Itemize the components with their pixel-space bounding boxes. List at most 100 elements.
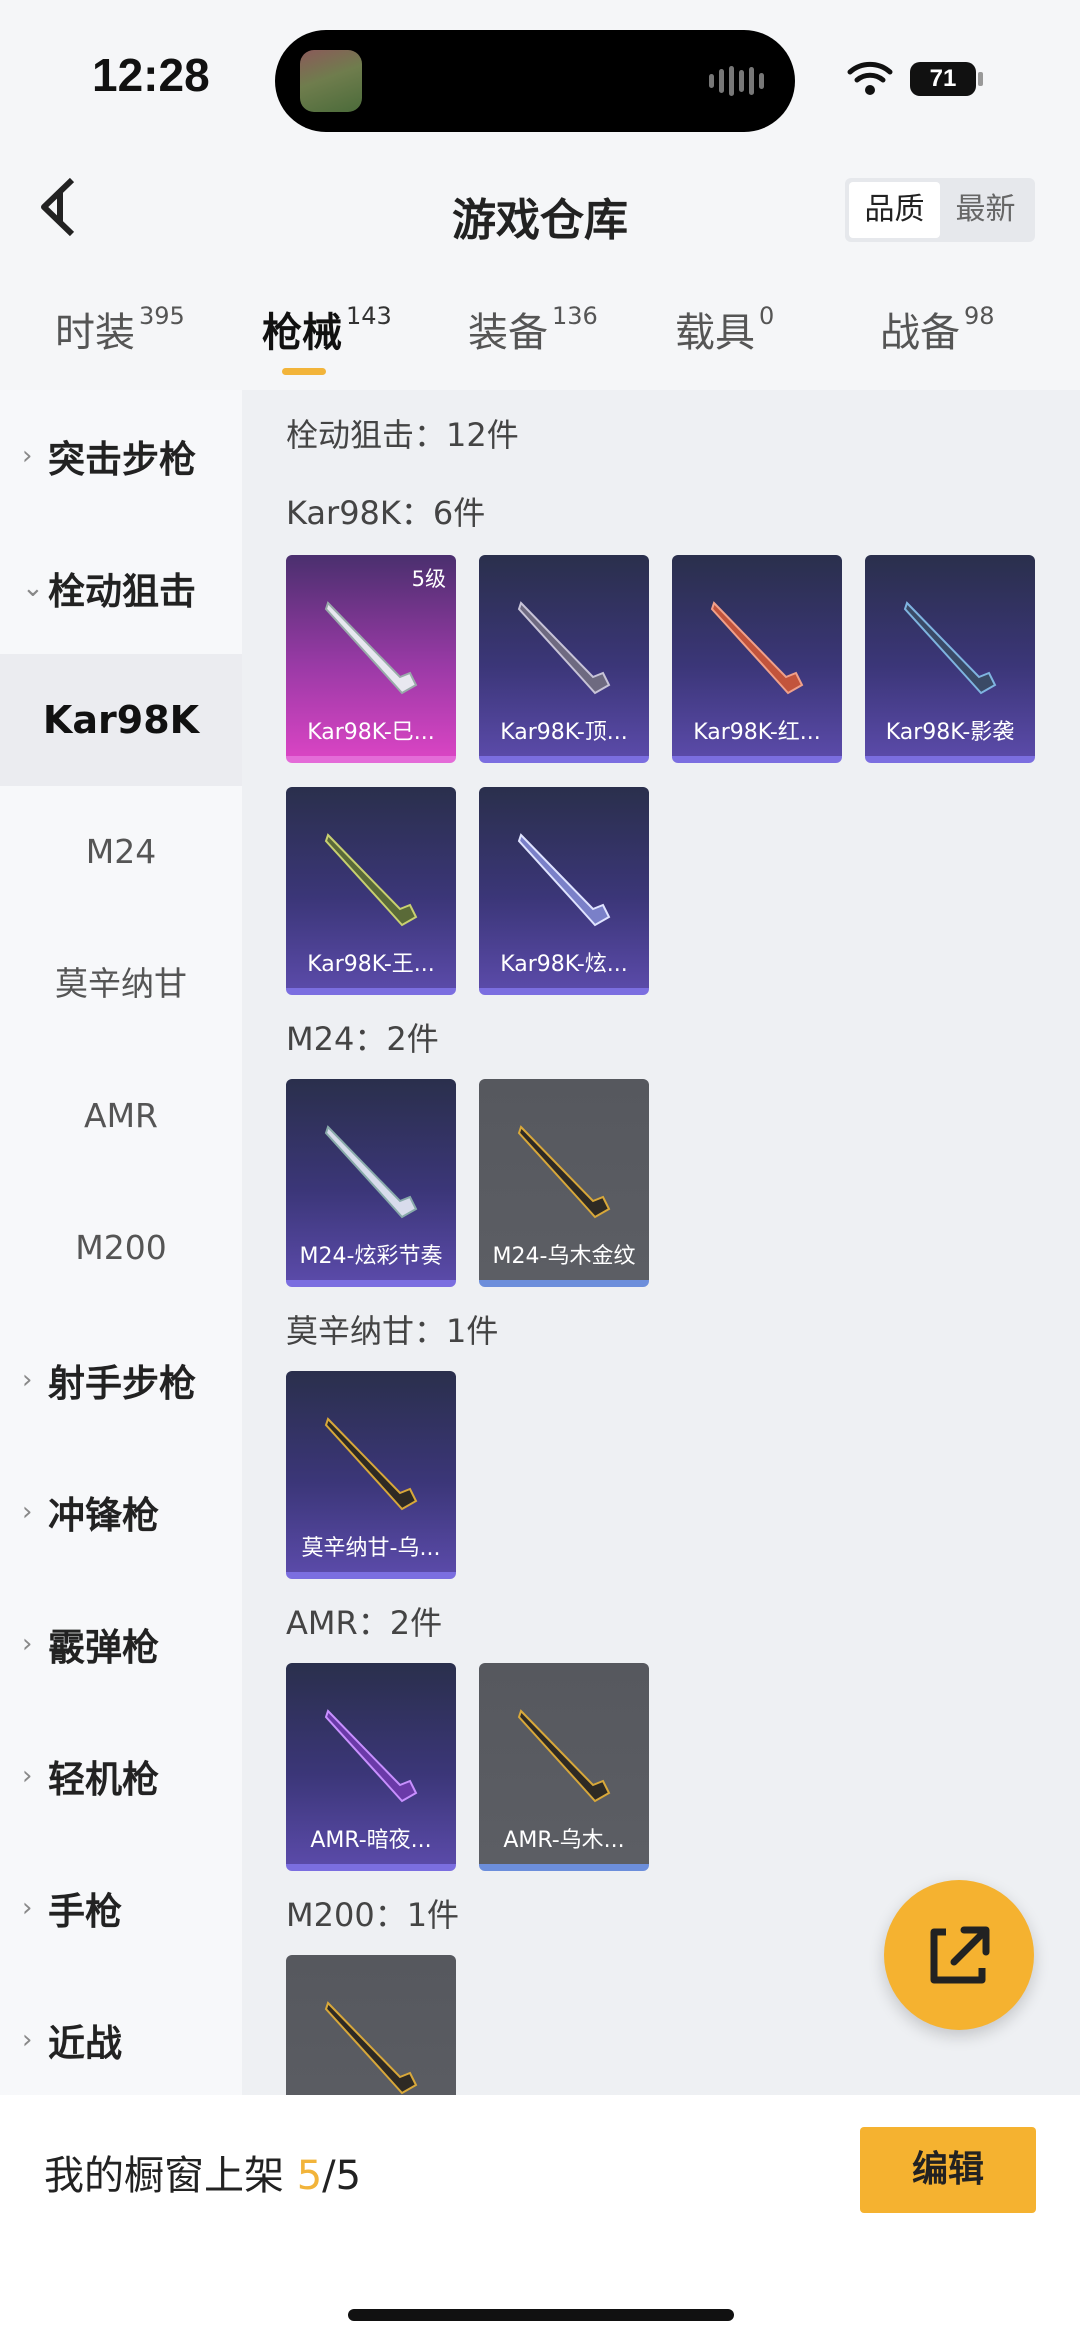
sidebar-item-melee[interactable]: › 近战: [0, 1974, 242, 2095]
sidebar-item-label: 突击步枪: [48, 438, 196, 481]
section-title: 栓动狙击：12件: [286, 416, 519, 454]
tab-weapons[interactable]: 枪械 143: [262, 300, 392, 358]
skin-card[interactable]: 莫辛纳甘-乌...: [286, 1371, 456, 1579]
skin-card[interactable]: Kar98K-红...: [672, 555, 842, 763]
sidebar-subitem-m24[interactable]: M24: [0, 786, 242, 918]
group-title-amr: AMR：2件: [286, 1604, 443, 1642]
battery-tip: [978, 72, 983, 86]
sidebar-subitem-m200[interactable]: M200: [0, 1182, 242, 1314]
active-tab-indicator: [282, 368, 326, 375]
sidebar-item-lmg[interactable]: › 轻机枪: [0, 1710, 242, 1842]
chevron-right-icon: ›: [22, 1365, 33, 1395]
rifle-icon: [324, 1417, 418, 1511]
tab-count: 0: [759, 302, 775, 330]
tab-vehicles[interactable]: 载具 0: [675, 300, 774, 358]
rifle-icon: [517, 1125, 611, 1219]
wifi-icon: [847, 61, 893, 95]
sidebar-item-label: 手枪: [48, 1890, 122, 1933]
sidebar-subitem-kar98k[interactable]: Kar98K: [0, 654, 242, 786]
tab-label: 时装: [55, 310, 135, 356]
rifle-icon: [324, 833, 418, 927]
sidebar-item-bolt-sniper[interactable]: ⌄ 栓动狙击: [0, 522, 242, 654]
skin-card[interactable]: 5级 Kar98K-巳...: [286, 555, 456, 763]
skin-card[interactable]: AMR-暗夜...: [286, 1663, 456, 1871]
tab-label: 装备: [468, 310, 548, 356]
chevron-right-icon: ›: [22, 1497, 33, 1527]
showcase-current-count: 5: [296, 2153, 323, 2199]
skin-card[interactable]: M24-乌木金纹: [479, 1079, 649, 1287]
chevron-right-icon: ›: [22, 1761, 33, 1791]
rifle-icon: [517, 833, 611, 927]
skin-name: Kar98K-顶...: [500, 720, 628, 745]
sidebar-item-label: 轻机枪: [48, 1758, 159, 1801]
rifle-icon: [324, 601, 418, 695]
group-title-mosin: 莫辛纳甘：1件: [286, 1312, 499, 1350]
showcase-status: 我的橱窗上架 5/5: [44, 2143, 361, 2201]
tab-fashion[interactable]: 时装 395: [55, 300, 185, 358]
sidebar-item-label: 栓动狙击: [48, 570, 196, 613]
edit-button[interactable]: 编辑: [860, 2127, 1036, 2213]
rifle-icon: [324, 1125, 418, 1219]
skin-name: M24-炫彩节奏: [299, 1244, 443, 1269]
sidebar-item-marksman-rifle[interactable]: › 射手步枪: [0, 1314, 242, 1446]
skin-name: Kar98K-红...: [693, 720, 821, 745]
now-playing-thumbnail: [300, 50, 362, 112]
sidebar-item-label: 射手步枪: [48, 1362, 196, 1405]
header: 游戏仓库 品质 最新: [0, 150, 1080, 270]
skin-name: M24-乌木金纹: [492, 1244, 636, 1269]
sidebar-item-pistol[interactable]: › 手枪: [0, 1842, 242, 1974]
tab-label: 载具: [675, 310, 755, 356]
skin-card[interactable]: [286, 1955, 456, 2095]
tab-label: 战备: [880, 310, 960, 356]
group-title-m200: M200：1件: [286, 1896, 460, 1934]
group-title-kar98k: Kar98K：6件: [286, 494, 486, 532]
skin-card[interactable]: Kar98K-影袭: [865, 555, 1035, 763]
skin-card[interactable]: M24-炫彩节奏: [286, 1079, 456, 1287]
showcase-total-count: /5: [322, 2153, 362, 2199]
tab-count: 98: [964, 302, 995, 330]
item-grid-panel: 栓动狙击：12件 Kar98K：6件 5级 Kar98K-巳... Kar98K…: [242, 390, 1080, 2095]
showcase-label: 我的橱窗上架: [44, 2153, 297, 2199]
sort-by-newest-button[interactable]: 最新: [940, 182, 1031, 238]
rifle-icon: [324, 2001, 418, 2095]
skin-name: Kar98K-巳...: [307, 720, 435, 745]
chevron-right-icon: ›: [22, 2025, 33, 2055]
dynamic-island: [275, 30, 795, 132]
skin-card[interactable]: Kar98K-顶...: [479, 555, 649, 763]
group-title-m24: M24：2件: [286, 1020, 439, 1058]
sidebar-item-label: 冲锋枪: [48, 1494, 159, 1537]
chevron-right-icon: ›: [22, 1629, 33, 1659]
rifle-icon: [710, 601, 804, 695]
skin-name: Kar98K-影袭: [885, 720, 1015, 745]
skin-name: 莫辛纳甘-乌...: [301, 1536, 441, 1561]
tab-count: 136: [552, 302, 598, 330]
chevron-down-icon: ⌄: [22, 573, 44, 603]
rifle-icon: [324, 1709, 418, 1803]
skin-name: AMR-暗夜...: [310, 1828, 432, 1853]
tab-count: 143: [346, 302, 392, 330]
tab-supplies[interactable]: 战备 98: [880, 300, 995, 358]
sidebar-item-shotgun[interactable]: › 霰弹枪: [0, 1578, 242, 1710]
tab-equipment[interactable]: 装备 136: [468, 300, 598, 358]
battery-indicator: 71: [910, 62, 976, 96]
bottom-bar: 我的橱窗上架 5/5 编辑: [0, 2095, 1080, 2341]
share-icon: [930, 1926, 990, 1984]
share-button[interactable]: [884, 1880, 1034, 2030]
status-time: 12:28: [92, 49, 210, 101]
sidebar-item-assault-rifle[interactable]: › 突击步枪: [0, 390, 242, 522]
tab-label: 枪械: [262, 310, 342, 356]
sort-toggle: 品质 最新: [845, 178, 1035, 242]
sidebar-item-label: 霰弹枪: [48, 1626, 159, 1669]
skin-card[interactable]: AMR-乌木...: [479, 1663, 649, 1871]
sort-by-quality-button[interactable]: 品质: [849, 182, 940, 238]
home-indicator[interactable]: [348, 2309, 734, 2321]
sidebar-item-smg[interactable]: › 冲锋枪: [0, 1446, 242, 1578]
rifle-icon: [903, 601, 997, 695]
category-tabs: 时装 395 枪械 143 装备 136 载具 0 战备 98: [0, 290, 1080, 390]
skin-card[interactable]: Kar98K-炫...: [479, 787, 649, 995]
chevron-right-icon: ›: [22, 441, 33, 471]
sidebar-subitem-amr[interactable]: AMR: [0, 1050, 242, 1182]
skin-card[interactable]: Kar98K-王...: [286, 787, 456, 995]
sidebar-subitem-mosin[interactable]: 莫辛纳甘: [0, 918, 242, 1050]
skin-name: Kar98K-王...: [307, 952, 435, 977]
